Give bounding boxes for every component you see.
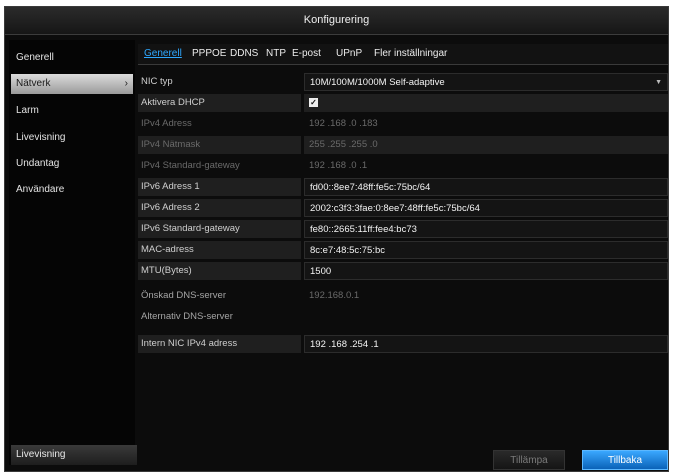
dhcp-checkbox[interactable]: ✓ [309,98,318,107]
ipv6-address2-field[interactable]: 2002:c3f3:3fae:0:8ee7:48ff:fe5c:75bc/64 [304,199,668,217]
live-view-button[interactable]: Livevisning [11,445,137,465]
config-window: Konfigurering Generell Nätverk › Larm Li… [4,6,669,472]
dns-preferred-row: Önskad DNS-server 192.168.0.1 [138,287,668,305]
dns-alternate-label: Alternativ DNS-server [141,311,233,322]
nic-type-select[interactable]: 10M/100M/1000M Self-adaptive ▼ [304,73,668,91]
internal-nic-row: Intern NIC IPv4 adress 192 .168 .254 .1 [138,335,668,353]
dns-alternate-field [304,308,668,326]
tab-general[interactable]: Generell [144,44,182,64]
ipv4-mask-field: 255 .255 .255 .0 [304,136,668,154]
sidebar-item-label: Användare [16,184,65,195]
tab-upnp[interactable]: UPnP [336,44,362,64]
nic-type-row: NIC typ 10M/100M/1000M Self-adaptive ▼ [138,73,668,91]
ipv6-gateway-row: IPv6 Standard-gateway fe80::2665:11ff:fe… [138,220,668,238]
dns-preferred-field: 192.168.0.1 [309,290,360,301]
tab-more-settings[interactable]: Fler inställningar [374,44,447,64]
ipv6-gateway-field[interactable]: fe80::2665:11ff:fee4:bc73 [304,220,668,238]
ipv4-gateway-field: 192 .168 .0 .1 [309,160,368,171]
mtu-field[interactable]: 1500 [304,262,668,280]
ipv6-gateway-label: IPv6 Standard-gateway [138,220,301,238]
apply-button[interactable]: Tillämpa [493,450,565,470]
dhcp-row: Aktivera DHCP ✓ [138,94,668,112]
ipv6-address1-field[interactable]: fd00::8ee7:48ff:fe5c:75bc/64 [304,178,668,196]
nic-type-label: NIC typ [141,76,173,87]
sidebar-item-general[interactable]: Generell [11,48,133,68]
ipv4-address-row: IPv4 Adress 192 .168 .0 .183 [138,115,668,133]
mac-label: MAC-adress [138,241,301,259]
ipv6-address2-row: IPv6 Adress 2 2002:c3f3:3fae:0:8ee7:48ff… [138,199,668,217]
sidebar-item-label: Undantag [16,158,60,169]
tab-ddns[interactable]: DDNS [230,44,258,64]
ipv6-address2-label: IPv6 Adress 2 [138,199,301,217]
ipv6-address1-label: IPv6 Adress 1 [138,178,301,196]
back-button[interactable]: Tillbaka [582,450,668,470]
internal-nic-field[interactable]: 192 .168 .254 .1 [304,335,668,353]
mtu-row: MTU(Bytes) 1500 [138,262,668,280]
mac-row: MAC-adress 8c:e7:48:5c:75:bc [138,241,668,259]
dns-preferred-label: Önskad DNS-server [141,290,226,301]
tab-email[interactable]: E-post [292,44,321,64]
sidebar-item-users[interactable]: Användare [11,180,133,200]
tab-ntp[interactable]: NTP [266,44,286,64]
chevron-right-icon: › [124,78,128,89]
tab-bar: Generell PPPOE DDNS NTP E-post UPnP Fler… [138,44,668,65]
chevron-down-icon: ▼ [655,79,662,86]
sidebar-item-label: Livevisning [16,132,66,143]
ipv4-mask-row: IPv4 Nätmask 255 .255 .255 .0 [138,136,668,154]
sidebar-item-label: Larm [16,105,39,116]
dhcp-value-cell: ✓ [304,94,668,112]
nic-type-value: 10M/100M/1000M Self-adaptive [310,77,445,88]
sidebar-item-label: Generell [16,52,54,63]
sidebar-item-exceptions[interactable]: Undantag [11,154,133,174]
sidebar: Generell Nätverk › Larm Livevisning Unda… [9,40,137,465]
ipv6-address1-row: IPv6 Adress 1 fd00::8ee7:48ff:fe5c:75bc/… [138,178,668,196]
mac-field[interactable]: 8c:e7:48:5c:75:bc [304,241,668,259]
dhcp-label: Aktivera DHCP [138,94,301,112]
tab-pppoe[interactable]: PPPOE [192,44,226,64]
mtu-label: MTU(Bytes) [138,262,301,280]
sidebar-item-live-view[interactable]: Livevisning [11,128,133,148]
sidebar-item-network[interactable]: Nätverk › [11,74,133,94]
ipv4-gateway-row: IPv4 Standard-gateway 192 .168 .0 .1 [138,157,668,175]
internal-nic-label: Intern NIC IPv4 adress [138,335,301,353]
dns-alternate-row: Alternativ DNS-server [138,308,668,326]
ipv4-mask-label: IPv4 Nätmask [138,136,301,154]
sidebar-item-alarm[interactable]: Larm [11,101,133,121]
sidebar-item-label: Nätverk [16,78,51,89]
ipv4-address-label: IPv4 Adress [141,118,192,129]
ipv4-gateway-label: IPv4 Standard-gateway [141,160,240,171]
ipv4-address-field: 192 .168 .0 .183 [309,118,378,129]
window-title: Konfigurering [5,7,668,35]
